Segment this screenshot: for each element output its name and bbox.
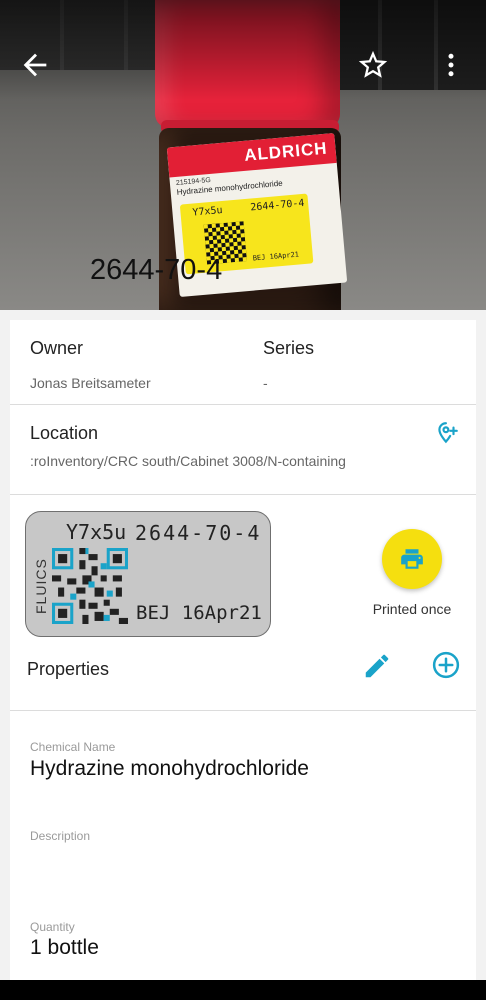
label-code: Y7x5u [66, 520, 127, 544]
toolbar-scrim [0, 0, 486, 100]
pencil-icon [365, 654, 389, 678]
quantity-label: Quantity [30, 920, 75, 934]
location-card[interactable]: Location :roInventory/CRC south/Cabinet … [10, 404, 476, 494]
label-date: BEJ 16Apr21 [136, 602, 262, 624]
print-status: Printed once [372, 601, 452, 617]
owner-title: Owner [30, 338, 84, 358]
print-label-button[interactable] [382, 529, 442, 589]
quantity-value[interactable]: 1 bottle [30, 936, 99, 960]
set-location-button[interactable] [434, 420, 460, 446]
more-vertical-icon [448, 53, 454, 77]
label-cas: 2644-70-4 [135, 521, 262, 545]
series-title: Series [263, 338, 315, 358]
qr-code-icon [52, 548, 128, 624]
back-button[interactable] [18, 48, 52, 82]
series-value[interactable]: - [263, 375, 268, 391]
owner-series-card: Owner Jonas Breitsameter Series - [10, 320, 476, 404]
bottle-tag-cas: 2644-70-4 [249, 197, 305, 214]
arrow-left-icon [23, 53, 47, 77]
label-brand: FLUICS [33, 558, 49, 614]
bottle-tag-code: Y7x5u [192, 205, 224, 219]
printer-icon [401, 549, 423, 569]
details-sheet: Owner Jonas Breitsameter Series - Locati… [0, 310, 486, 980]
description-label: Description [30, 829, 91, 843]
add-property-button[interactable] [431, 650, 461, 680]
label-preview[interactable]: FLUICS Y7x5u 2644-70-4 BEJ 16Apr21 [25, 511, 271, 637]
bottle-tag-date: BEJ 16Apr21 [252, 250, 300, 263]
label-card: FLUICS Y7x5u 2644-70-4 BEJ 16Apr21 Print… [10, 494, 476, 710]
properties-title: Properties [27, 659, 110, 679]
more-options-button[interactable] [436, 48, 466, 82]
location-add-icon [438, 422, 458, 444]
plus-circle-icon [432, 651, 460, 679]
system-navigation-bar [0, 980, 486, 1000]
chemical-name-label: Chemical Name [30, 740, 116, 754]
star-outline-icon [358, 50, 388, 78]
edit-properties-button[interactable] [362, 651, 392, 681]
chemical-name-value[interactable]: Hydrazine monohydrochloride [30, 757, 309, 781]
photo-caption: 2644-70-4 [90, 254, 223, 286]
location-path: :roInventory/CRC south/Cabinet 3008/N-co… [30, 453, 346, 469]
location-title: Location [30, 423, 99, 443]
favorite-button[interactable] [356, 48, 390, 82]
properties-list: Chemical Name Hydrazine monohydrochlorid… [10, 710, 476, 980]
owner-value[interactable]: Jonas Breitsameter [30, 375, 151, 391]
chemical-photo: ALDRICH 215194-5G Hydrazine monohydrochl… [0, 0, 486, 310]
